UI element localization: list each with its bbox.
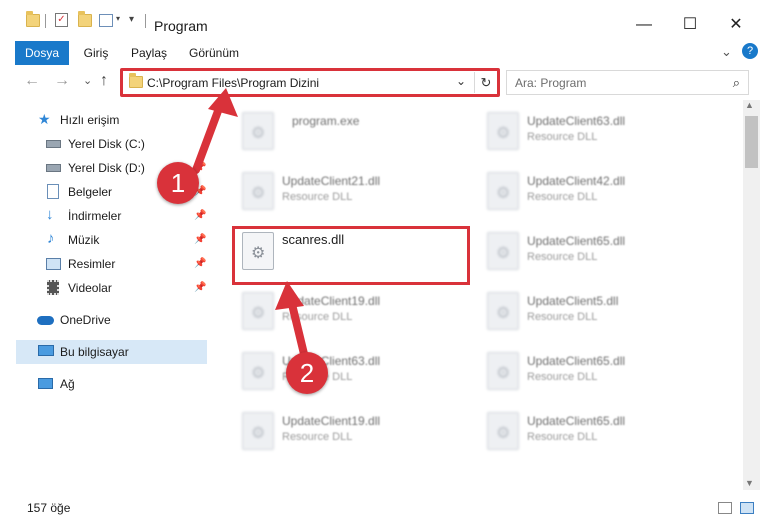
annotation-arrows (192, 88, 309, 362)
arrow-2-head (275, 281, 304, 310)
step-2-badge: 2 (286, 352, 328, 394)
arrow-1-line (192, 99, 225, 174)
arrow-1-head (208, 88, 238, 117)
step-1-badge: 1 (157, 162, 199, 204)
